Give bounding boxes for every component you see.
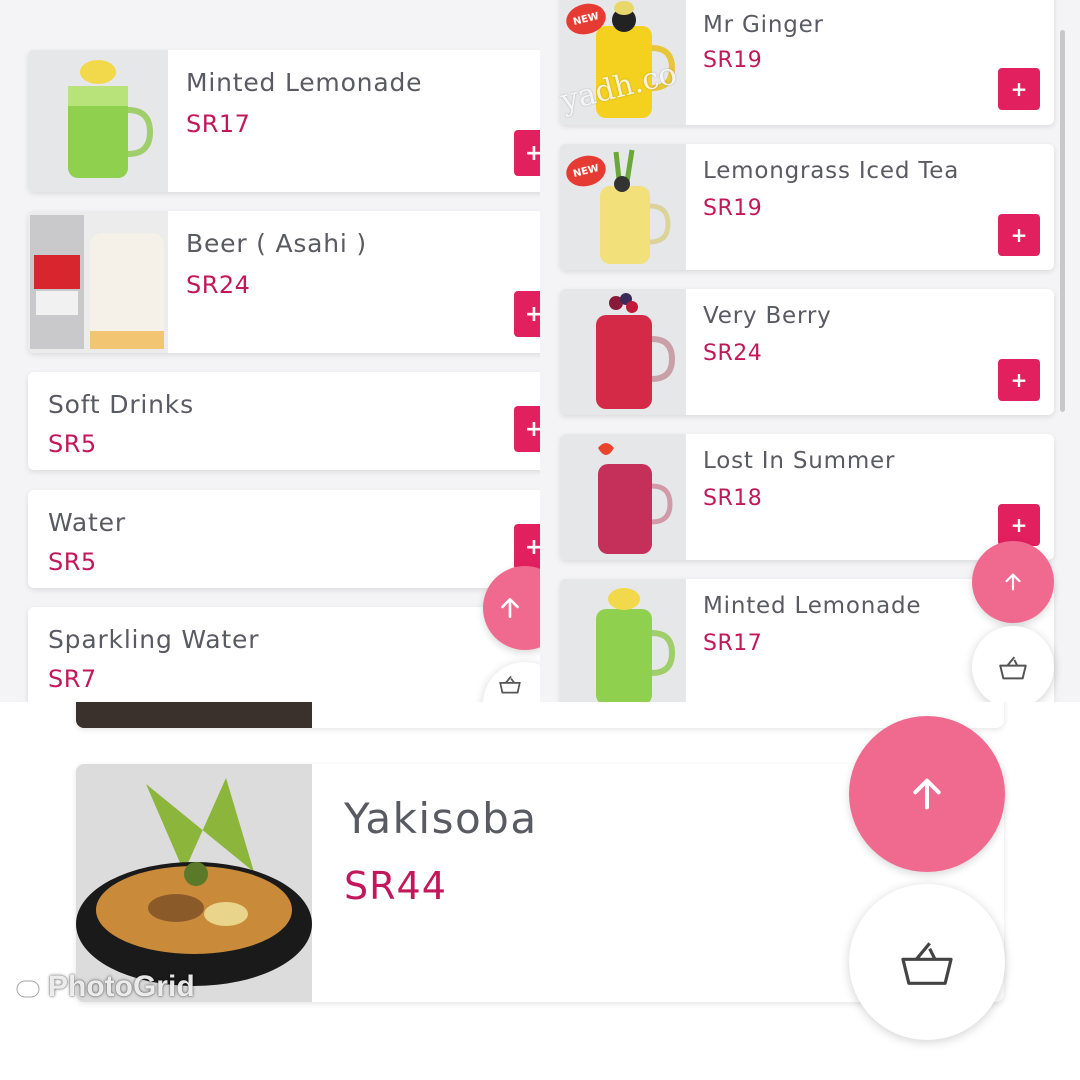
item-name: Minted Lemonade <box>703 593 922 619</box>
item-price: SR24 <box>186 271 251 299</box>
plus-icon: + <box>1010 513 1028 537</box>
item-name: Water <box>48 508 126 537</box>
item-price: SR44 <box>344 864 447 908</box>
item-name: Soft Drinks <box>48 390 194 419</box>
food-image <box>76 764 312 1002</box>
item-name: Yakisoba <box>344 794 538 843</box>
menu-item-card[interactable]: Sparkling Water SR7 <box>28 607 540 702</box>
drink-image <box>28 50 168 192</box>
add-to-cart-button[interactable]: + <box>998 68 1040 110</box>
arrow-up-icon <box>1005 573 1021 591</box>
drink-image <box>28 211 168 353</box>
drink-image <box>560 434 686 560</box>
add-to-cart-button[interactable]: + <box>998 359 1040 401</box>
arrow-up-icon <box>501 598 519 618</box>
item-name: Very Berry <box>703 303 832 329</box>
plus-icon: + <box>524 301 540 327</box>
item-price: SR24 <box>703 341 763 366</box>
item-price: SR19 <box>703 48 763 73</box>
add-to-cart-button[interactable]: + <box>998 214 1040 256</box>
menu-item-card[interactable]: Soft Drinks SR5 + <box>28 372 540 470</box>
menu-item-card[interactable]: Minted Lemonade SR17 + <box>28 50 540 192</box>
add-to-cart-button[interactable]: + <box>514 291 540 337</box>
plus-icon: + <box>1010 77 1028 101</box>
menu-item-card[interactable]: NEW Mr Ginger SR19 + <box>560 0 1054 125</box>
plus-icon: + <box>524 140 540 166</box>
cart-button[interactable] <box>849 884 1005 1040</box>
item-price: SR18 <box>703 486 763 511</box>
drink-image <box>560 289 686 415</box>
add-to-cart-button[interactable]: + <box>514 524 540 570</box>
scroll-to-top-button[interactable] <box>972 541 1054 623</box>
logo-text: PhotoGrid <box>48 970 195 1003</box>
photogrid-logo: PhotoGrid <box>14 970 195 1004</box>
item-name: Lost In Summer <box>703 448 896 474</box>
item-name: Lemongrass Iced Tea <box>703 158 960 184</box>
add-to-cart-button[interactable]: + <box>514 406 540 452</box>
item-name: Mr Ginger <box>703 12 824 38</box>
menu-item-card[interactable]: Very Berry SR24 + <box>560 289 1054 415</box>
item-price: SR5 <box>48 548 97 576</box>
add-to-cart-button[interactable]: + <box>514 130 540 176</box>
scroll-to-top-button[interactable] <box>849 716 1005 872</box>
menu-item-card <box>76 702 1004 728</box>
item-price: SR17 <box>186 110 251 138</box>
basket-icon <box>499 675 521 694</box>
plus-icon: + <box>524 534 540 560</box>
basket-icon <box>999 656 1027 680</box>
plus-icon: + <box>524 416 540 442</box>
item-price: SR19 <box>703 196 763 221</box>
plus-icon: + <box>1010 368 1028 392</box>
photogrid-icon <box>15 979 41 999</box>
menu-item-card[interactable]: Water SR5 + <box>28 490 540 588</box>
item-name: Sparkling Water <box>48 625 260 654</box>
arrow-up-icon <box>913 778 941 810</box>
scrollbar[interactable] <box>1060 30 1065 412</box>
bottom-menu-panel: Yakisoba SR44 PhotoGrid <box>0 702 1080 1080</box>
item-price: SR5 <box>48 430 97 458</box>
menu-item-card[interactable]: NEW Lemongrass Iced Tea SR19 + <box>560 144 1054 270</box>
basket-icon <box>901 942 953 985</box>
add-to-cart-button[interactable]: + <box>998 504 1040 546</box>
item-name: Beer ( Asahi ) <box>186 229 367 258</box>
right-menu-panel: NEW Mr Ginger SR19 + NEW Lemongrass Iced… <box>540 0 1080 702</box>
menu-item-card[interactable]: Beer ( Asahi ) SR24 + <box>28 211 540 353</box>
item-price: SR17 <box>703 631 763 656</box>
item-name: Minted Lemonade <box>186 68 423 97</box>
cart-button[interactable] <box>972 626 1054 702</box>
left-menu-panel: Minted Lemonade SR17 + Beer ( Asahi ) SR… <box>0 0 540 702</box>
drink-image <box>560 579 686 702</box>
plus-icon: + <box>1010 223 1028 247</box>
menu-item-card[interactable]: Lost In Summer SR18 + <box>560 434 1054 560</box>
item-price: SR7 <box>48 665 97 693</box>
